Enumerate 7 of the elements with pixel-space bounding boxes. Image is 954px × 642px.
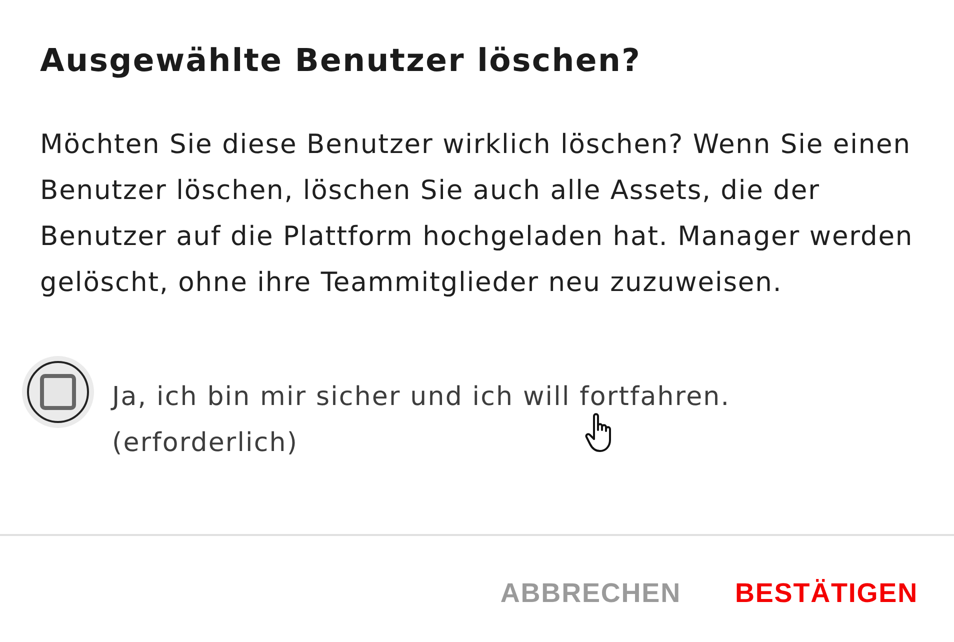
checkbox-label: Ja, ich bin mir sicher und ich will fortfahren. [112, 381, 730, 414]
dialog-title: Ausgewählte Benutzer löschen? [40, 42, 642, 81]
checkbox-square-icon [40, 374, 76, 410]
cancel-button[interactable]: ABBRECHEN [498, 572, 683, 614]
required-note: (erforderlich) [112, 427, 298, 460]
dialog-message: Möchten Sie diese Benutzer wirklich löschen? Wenn Sie einen Benutzer löschen, löschen Sie auch alle Assets, die der Benutzer auf die Plattform hochgeladen hat. Manager werden gelöscht, ohne ihre Teammitglieder neu zuzuweisen. [40, 128, 914, 300]
confirm-button[interactable]: BESTÄTIGEN [732, 572, 920, 614]
